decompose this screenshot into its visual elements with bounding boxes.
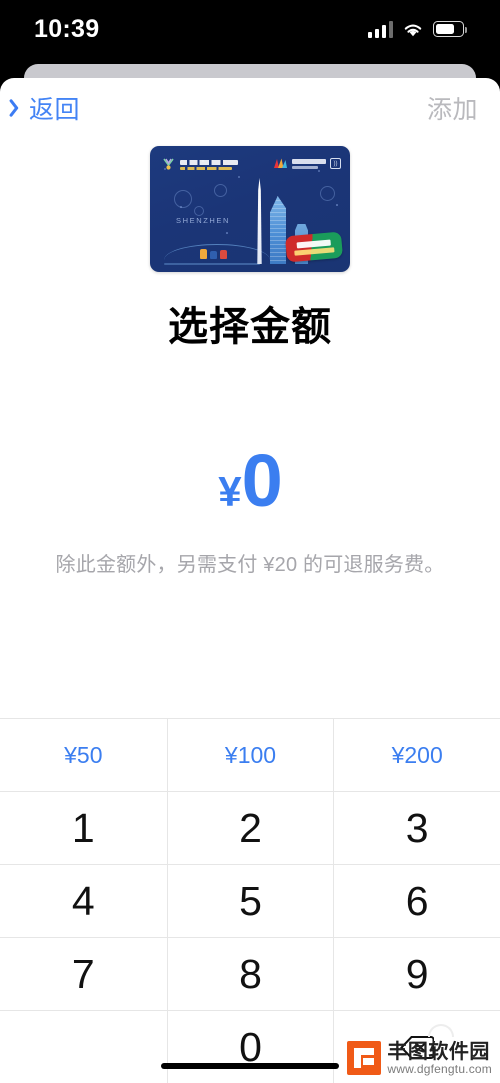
key-label: 5 (239, 877, 262, 924)
quick-amount-label: ¥200 (391, 741, 443, 768)
payment-network-badge (284, 231, 344, 263)
watermark-text: 丰图软件园 www.dgfengtu.com (387, 1042, 492, 1075)
key-label: 6 (405, 877, 429, 924)
card-city-label: SHENZHEN (176, 216, 231, 225)
key-4[interactable]: 4 (0, 865, 167, 937)
key-0[interactable]: 0 (166, 1011, 334, 1083)
card-left-logo-text (180, 159, 238, 170)
key-label: 8 (239, 950, 262, 997)
key-blank (0, 1011, 167, 1083)
keypad-row-2: 4 5 6 (0, 864, 500, 937)
watermark-site-url: www.dgfengtu.com (387, 1061, 492, 1076)
key-9[interactable]: 9 (333, 938, 500, 1010)
key-label: 2 (239, 804, 262, 851)
card-mascot-figures (200, 249, 227, 259)
key-2[interactable]: 2 (166, 792, 334, 864)
quick-amount-200[interactable]: ¥200 (333, 719, 500, 791)
amount-keypad: ¥50 ¥100 ¥200 1 2 3 4 5 6 7 8 9 0 (0, 718, 500, 1083)
amount-display-block: ¥ 0 除此金额外，另需支付 ¥20 的可退服务费。 (0, 444, 500, 577)
quick-amount-label: ¥100 (224, 741, 277, 768)
chevron-left-icon (10, 94, 27, 122)
site-watermark: 丰图软件园 www.dgfengtu.com (347, 1041, 492, 1075)
watermark-logo-icon (347, 1041, 382, 1075)
amount-display: ¥ 0 (218, 439, 283, 522)
key-label: 3 (405, 804, 429, 851)
keypad-row-1: 1 2 3 (0, 791, 500, 864)
shenzhentong-logo-text (292, 158, 326, 169)
home-indicator[interactable] (161, 1063, 339, 1069)
key-5[interactable]: 5 (166, 865, 334, 937)
keypad-row-3: 7 8 9 (0, 937, 500, 1010)
back-button-label: 返回 (29, 96, 81, 124)
page-title: 选择金额 (168, 305, 332, 349)
battery-icon (433, 21, 468, 37)
key-3[interactable]: 3 (333, 792, 500, 864)
key-label: 1 (71, 804, 95, 851)
quick-amount-label: ¥50 (64, 741, 103, 768)
card-right-logo: )) (273, 157, 341, 170)
key-label: 4 (71, 877, 95, 924)
sports-emblem-icon (161, 157, 176, 172)
add-button[interactable]: 添加 (427, 90, 478, 126)
status-bar: 10:39 (0, 0, 500, 58)
modal-sheet: 返回 添加)) SHENZHEN 选择金额 ¥ 0 除此金额外，另需支付 ¥2… (0, 78, 500, 1083)
amount-value: 0 (241, 439, 283, 522)
quick-amount-100[interactable]: ¥100 (166, 719, 334, 791)
phone-screen: 10:39 返回 添加)) SHENZHEN 选择金额 ¥ 0 除此金额外，另… (0, 0, 500, 1083)
back-button[interactable]: 返回 (10, 90, 80, 126)
card-left-logo (161, 157, 238, 172)
service-fee-note: 除此金额外，另需支付 ¥20 的可退服务费。 (55, 554, 445, 576)
nfc-chip-icon: )) (330, 158, 341, 169)
key-7[interactable]: 7 (0, 938, 167, 1010)
quick-amount-row: ¥50 ¥100 ¥200 (0, 718, 500, 791)
quick-amount-50[interactable]: ¥50 (0, 719, 167, 791)
wifi-icon (402, 21, 424, 38)
status-icons (367, 20, 468, 38)
navigation-bar: 返回 添加 (0, 78, 500, 138)
key-label: 7 (71, 950, 95, 997)
currency-symbol: ¥ (218, 468, 242, 515)
watermark-site-name: 丰图软件园 (387, 1040, 490, 1063)
status-time: 10:39 (34, 14, 100, 43)
key-8[interactable]: 8 (166, 938, 334, 1010)
transit-card-image[interactable]: )) SHENZHEN (150, 146, 350, 272)
card-water-decoration-2 (164, 263, 260, 265)
key-6[interactable]: 6 (333, 865, 500, 937)
key-1[interactable]: 1 (0, 792, 167, 864)
key-label: 9 (405, 950, 429, 997)
cellular-signal-icon (367, 20, 393, 38)
transit-card-preview-wrapper: )) SHENZHEN (0, 146, 500, 272)
shenzhentong-mark-icon (273, 157, 288, 170)
